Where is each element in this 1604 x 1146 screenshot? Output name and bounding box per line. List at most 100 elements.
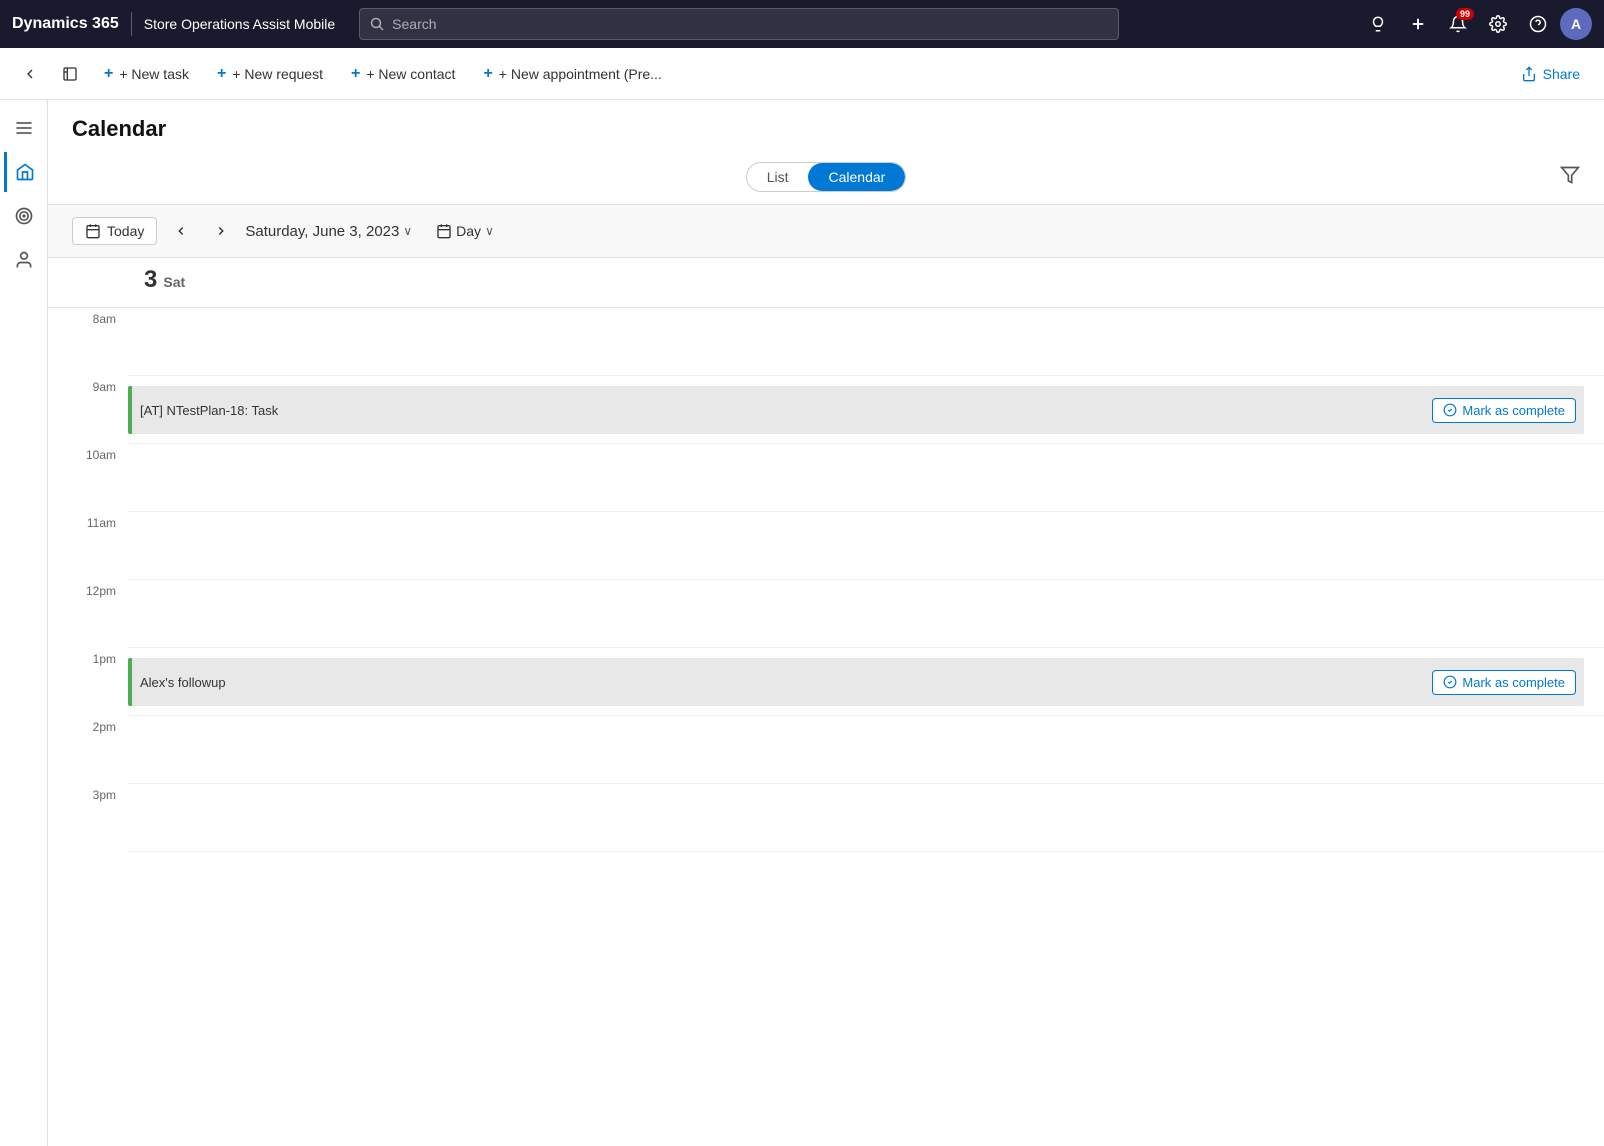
time-label-8am: 8am	[48, 308, 128, 376]
sidebar-item-home[interactable]	[4, 152, 44, 192]
sidebar-item-goals[interactable]	[4, 196, 44, 236]
check-circle-icon	[1443, 675, 1457, 689]
time-slot-row-10am	[128, 444, 1604, 512]
time-slot-row-3pm	[128, 784, 1604, 852]
share-icon	[1521, 66, 1537, 82]
new-task-label: + New task	[119, 66, 189, 82]
new-request-label: + New request	[232, 66, 323, 82]
time-column-header: 8am9am10am11am12pm1pm2pm3pm	[48, 258, 128, 1146]
day-number: 3	[144, 266, 157, 294]
new-task-button[interactable]: + + New task	[92, 59, 201, 89]
day-header: 3 Sat	[128, 258, 1604, 308]
new-contact-plus-icon: +	[351, 65, 360, 83]
lightbulb-button[interactable]	[1360, 6, 1396, 42]
new-appointment-button[interactable]: + + New appointment (Pre...	[471, 59, 673, 89]
time-slot-row-8am	[128, 308, 1604, 376]
check-circle-icon	[1443, 403, 1457, 417]
time-label-1pm: 1pm	[48, 648, 128, 716]
time-labels: 8am9am10am11am12pm1pm2pm3pm	[48, 308, 128, 852]
time-label-12pm: 12pm	[48, 580, 128, 648]
mark-complete-label-event-2: Mark as complete	[1462, 675, 1565, 690]
event-block-event-2[interactable]: Alex's followup Mark as complete	[128, 658, 1584, 706]
app-container: Calendar List Calendar Today	[0, 100, 1604, 1146]
add-button[interactable]	[1400, 6, 1436, 42]
notifications-button[interactable]: 99	[1440, 6, 1476, 42]
brand-name: Dynamics 365	[12, 15, 119, 33]
new-task-plus-icon: +	[104, 65, 113, 83]
menu-icon	[14, 118, 34, 138]
time-label-11am: 11am	[48, 512, 128, 580]
main-content: Calendar List Calendar Today	[48, 100, 1604, 1146]
next-date-button[interactable]	[205, 215, 237, 247]
plus-icon	[1409, 15, 1427, 33]
chevron-right-icon	[214, 224, 228, 238]
brand-area: Dynamics 365 Store Operations Assist Mob…	[12, 12, 335, 36]
back-icon	[22, 66, 38, 82]
today-label: Today	[107, 223, 144, 239]
sidebar-item-menu[interactable]	[4, 108, 44, 148]
help-icon	[1529, 15, 1547, 33]
day-chevron-icon: ∨	[485, 224, 494, 238]
date-chevron-icon: ∨	[403, 224, 412, 238]
date-selector[interactable]: Saturday, June 3, 2023 ∨	[245, 223, 412, 240]
goals-icon	[14, 206, 34, 226]
time-label-10am: 10am	[48, 444, 128, 512]
time-slot-row-12pm	[128, 580, 1604, 648]
chevron-left-icon	[174, 224, 188, 238]
new-request-button[interactable]: + + New request	[205, 59, 335, 89]
time-slot-row-2pm	[128, 716, 1604, 784]
settings-button[interactable]	[1480, 6, 1516, 42]
back-button[interactable]	[12, 56, 48, 92]
page-header: Calendar	[48, 100, 1604, 150]
today-button[interactable]: Today	[72, 217, 157, 245]
share-button[interactable]: Share	[1509, 60, 1592, 88]
new-contact-button[interactable]: + + New contact	[339, 59, 467, 89]
current-date-label: Saturday, June 3, 2023	[245, 223, 399, 240]
sidebar-item-contacts[interactable]	[4, 240, 44, 280]
gear-icon	[1489, 15, 1507, 33]
new-appointment-label: + New appointment (Pre...	[499, 66, 662, 82]
filter-icon	[1560, 165, 1580, 185]
page-title: Calendar	[72, 116, 1580, 142]
new-contact-label: + New contact	[366, 66, 455, 82]
calendar-today-icon	[85, 223, 101, 239]
toolbar: + + New task + + New request + + New con…	[0, 48, 1604, 100]
notification-badge: 99	[1456, 8, 1474, 20]
event-title-event-2: Alex's followup	[140, 675, 226, 690]
day-name: Sat	[163, 274, 185, 290]
app-name: Store Operations Assist Mobile	[144, 16, 335, 32]
time-label-3pm: 3pm	[48, 784, 128, 852]
day-view-selector[interactable]: Day ∨	[436, 223, 494, 239]
view-toggle-row: List Calendar	[48, 150, 1604, 204]
top-nav-icons: 99 A	[1360, 6, 1592, 42]
calendar-grid: 8am9am10am11am12pm1pm2pm3pm 3 Sat [AT] N…	[48, 258, 1604, 1146]
share-label: Share	[1543, 66, 1580, 82]
view-toggle: List Calendar	[746, 162, 907, 192]
sidebar	[0, 100, 48, 1146]
events-column: 3 Sat [AT] NTestPlan-18: Task Mark as com…	[128, 258, 1604, 1146]
events-area: [AT] NTestPlan-18: TaskMark as completeA…	[128, 308, 1604, 1146]
mark-complete-button-event-2[interactable]: Mark as complete	[1432, 670, 1576, 695]
calendar-icon	[436, 223, 452, 239]
time-label-9am: 9am	[48, 376, 128, 444]
mark-complete-label-event-1: Mark as complete	[1462, 403, 1565, 418]
new-appointment-plus-icon: +	[483, 65, 492, 83]
mark-complete-button-event-1[interactable]: Mark as complete	[1432, 398, 1576, 423]
calendar-view-button[interactable]: Calendar	[808, 163, 905, 191]
search-input[interactable]	[392, 16, 1108, 32]
search-bar[interactable]	[359, 8, 1119, 40]
user-avatar[interactable]: A	[1560, 8, 1592, 40]
brand-divider	[131, 12, 132, 36]
filter-button[interactable]	[1560, 165, 1580, 190]
list-view-button[interactable]: List	[747, 163, 809, 191]
prev-date-button[interactable]	[165, 215, 197, 247]
help-button[interactable]	[1520, 6, 1556, 42]
search-icon	[370, 17, 384, 31]
top-navigation: Dynamics 365 Store Operations Assist Mob…	[0, 0, 1604, 48]
home-icon	[15, 162, 35, 182]
event-block-event-1[interactable]: [AT] NTestPlan-18: Task Mark as complete	[128, 386, 1584, 434]
popout-button[interactable]	[52, 56, 88, 92]
time-label-2pm: 2pm	[48, 716, 128, 784]
event-title-event-1: [AT] NTestPlan-18: Task	[140, 403, 278, 418]
new-request-plus-icon: +	[217, 65, 226, 83]
